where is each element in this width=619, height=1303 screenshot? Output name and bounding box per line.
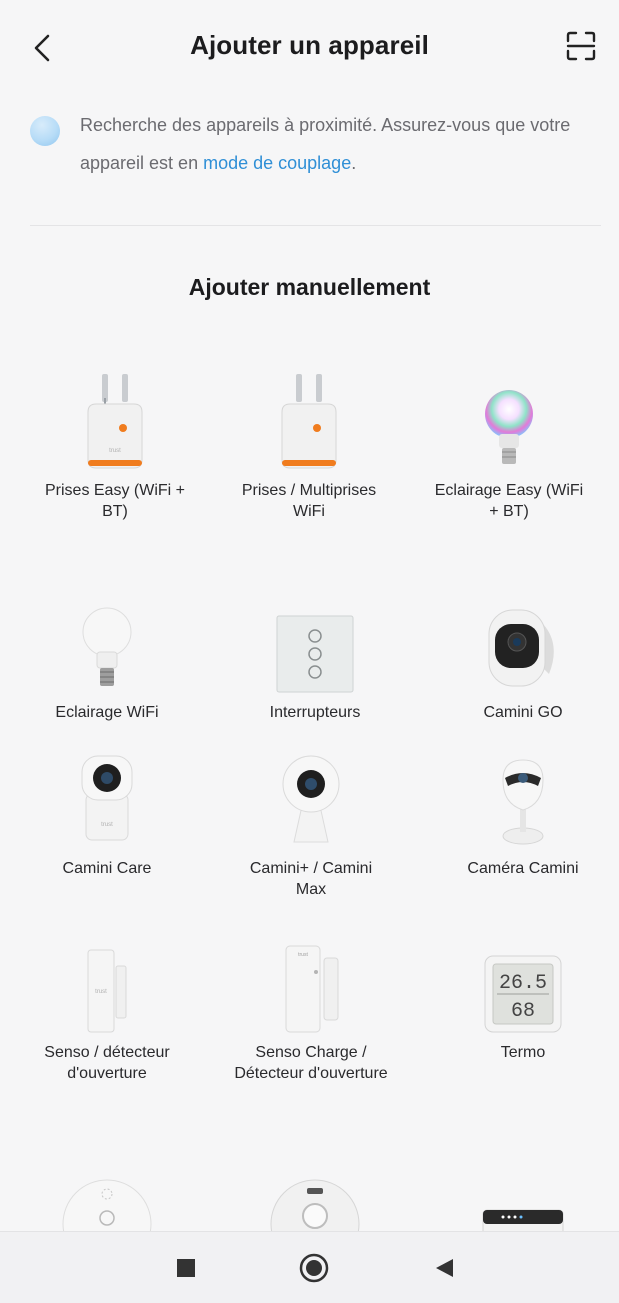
device-senso-charge[interactable]: trust Senso Charge / Détecteur d'ouvertu… [226, 934, 396, 1084]
device-label: Eclairage Easy (WiFi + BT) [434, 482, 584, 520]
baby-camera-icon: trust [22, 750, 192, 850]
device-prises-easy[interactable]: trust Prises Easy (WiFi + BT) [30, 372, 200, 522]
device-interrupteurs[interactable]: Interrupteurs [230, 594, 400, 723]
device-camini-care[interactable]: trust Camini Care [22, 750, 192, 879]
svg-text:trust: trust [298, 952, 308, 958]
bulb-icon [22, 594, 192, 694]
triangle-back-icon [436, 1259, 453, 1277]
home-button[interactable] [296, 1250, 332, 1286]
termo-temp: 26.5 [499, 972, 547, 995]
door-sensor-icon: trust [22, 934, 192, 1034]
outdoor-camera-icon [438, 594, 608, 694]
device-label: Prises / Multiprises WiFi [241, 482, 377, 520]
termo-humidity: 68 [511, 1000, 535, 1023]
device-eclairage-wifi[interactable]: Eclairage WiFi [22, 594, 192, 723]
manual-section-title: Ajouter manuellement [188, 274, 431, 300]
smart-plug-icon: trust [30, 372, 200, 472]
search-suffix: . [351, 153, 357, 173]
pairing-mode-link[interactable]: mode de couplage [203, 153, 351, 173]
device-eclairage-easy[interactable]: Eclairage Easy (WiFi + BT) [424, 372, 594, 522]
square-icon [177, 1259, 195, 1277]
device-label: Camini Care [62, 860, 152, 877]
header: Ajouter un appareil [0, 0, 619, 96]
wall-switch-icon [230, 594, 400, 694]
device-prises-wifi[interactable]: Prises / Multiprises WiFi [224, 372, 394, 522]
search-message: Recherche des appareils à proximité. Ass… [80, 106, 597, 182]
device-senso[interactable]: trust Senso / détecteur d'ouverture [22, 934, 192, 1084]
thermometer-display-icon: 26.5 68 [438, 934, 608, 1034]
device-label: Senso / détecteur d'ouverture [44, 1044, 170, 1082]
recents-button[interactable] [168, 1250, 204, 1286]
svg-text:trust: trust [109, 448, 121, 454]
scan-button[interactable] [561, 26, 601, 66]
device-camini-go[interactable]: Camini GO [438, 594, 608, 723]
device-label: Prises Easy (WiFi + BT) [44, 482, 185, 520]
device-label: Caméra Camini [467, 860, 579, 877]
smart-plug-icon [224, 372, 394, 472]
divider [30, 225, 601, 226]
door-sensor-charge-icon: trust [226, 934, 396, 1034]
searching-pulse-icon [30, 116, 60, 146]
dome-camera-icon [226, 750, 396, 850]
circle-home-icon [299, 1253, 329, 1283]
system-back-button[interactable] [426, 1250, 462, 1286]
svg-text:trust: trust [95, 989, 107, 995]
device-camera-camini[interactable]: Caméra Camini [438, 750, 608, 879]
device-label: Camini GO [483, 704, 563, 721]
rgb-bulb-icon [424, 372, 594, 472]
ball-camera-icon [438, 750, 608, 850]
device-label: Eclairage WiFi [55, 704, 159, 721]
device-label: Termo [500, 1044, 546, 1061]
nearby-search-banner: Recherche des appareils à proximité. Ass… [30, 106, 597, 182]
device-camini-plus[interactable]: Camini+ / Camini Max [226, 750, 396, 900]
device-label: Interrupteurs [269, 704, 361, 721]
scan-frame-icon [566, 31, 596, 61]
svg-text:trust: trust [101, 822, 113, 828]
page-title: Ajouter un appareil [190, 30, 429, 60]
device-termo[interactable]: 26.5 68 Termo [438, 934, 608, 1063]
device-label: Senso Charge / Détecteur d'ouverture [234, 1044, 388, 1082]
device-label: Camini+ / Camini Max [249, 860, 373, 898]
system-nav-bar [0, 1231, 619, 1303]
